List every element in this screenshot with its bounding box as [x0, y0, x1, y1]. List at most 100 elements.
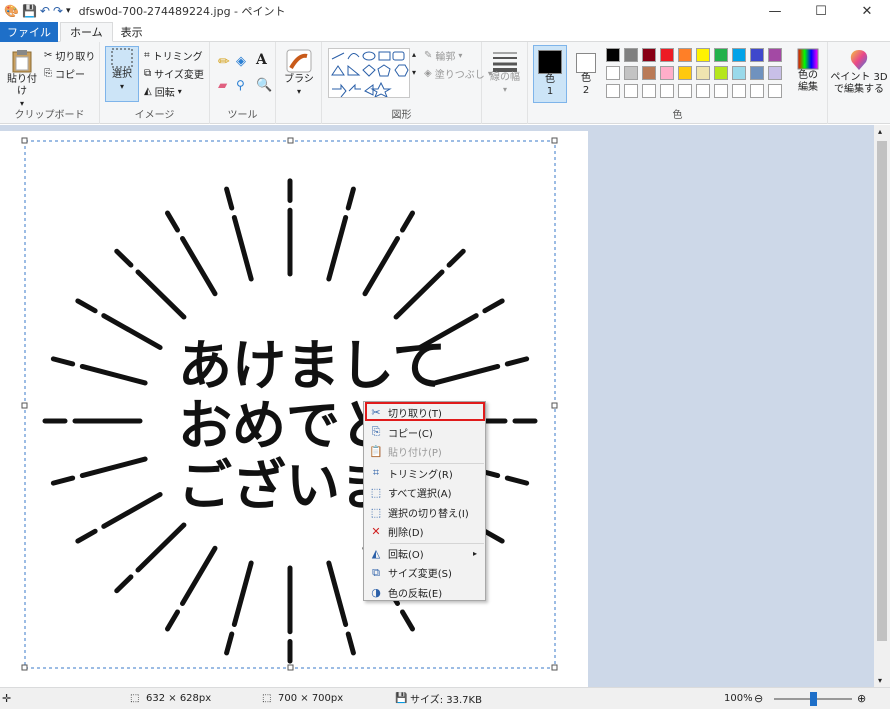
text-tool-icon[interactable]: A	[256, 52, 267, 68]
zoom-in-button[interactable]: ⊕	[857, 692, 866, 705]
drawing-canvas[interactable]: あけまして おめでと ございま	[0, 131, 588, 687]
custom-color-swatch[interactable]	[696, 84, 710, 98]
resize-icon: ⧉	[372, 565, 380, 579]
color-swatch[interactable]	[660, 66, 674, 80]
color-swatch[interactable]	[624, 66, 638, 80]
undo-icon[interactable]: ↶	[40, 3, 50, 19]
menu-item-delete[interactable]: ✕ 削除(D)	[364, 522, 485, 541]
select-button[interactable]: 選択 ▾	[105, 46, 139, 102]
custom-color-swatch[interactable]	[660, 84, 674, 98]
color-swatch[interactable]	[750, 48, 764, 62]
paint3d-button[interactable]: ペイント 3D で編集する	[830, 48, 888, 96]
color-swatch[interactable]	[678, 48, 692, 62]
shapes-gallery[interactable]	[328, 48, 410, 99]
sunburst-ray	[231, 214, 254, 282]
copy-button[interactable]: ⎘ コピー	[44, 66, 85, 81]
menu-item-copy[interactable]: ⎘ コピー(C)	[364, 423, 485, 442]
crop-label: トリミング	[152, 52, 203, 63]
color-swatch[interactable]	[624, 48, 638, 62]
brush-button[interactable]: ブラシ ▾	[282, 48, 316, 98]
fill-bucket-icon[interactable]: ◈	[236, 54, 246, 69]
edit-colors-button[interactable]: 色の 編集	[790, 48, 826, 94]
color-swatch[interactable]	[768, 48, 782, 62]
color-swatch[interactable]	[606, 66, 620, 80]
cut-button[interactable]: ✂ 切り取り	[44, 48, 95, 63]
color-swatch[interactable]	[714, 48, 728, 62]
color-swatch[interactable]	[732, 48, 746, 62]
select-all-icon: ⬚	[370, 486, 382, 499]
tab-view[interactable]: 表示	[113, 22, 151, 42]
paint3d-group: ペイント 3D で編集する	[828, 42, 890, 124]
minimize-button[interactable]: —	[752, 0, 798, 22]
close-button[interactable]: ✕	[844, 0, 890, 22]
shapes-scroll-down-icon[interactable]: ▾	[412, 68, 416, 77]
color2-button[interactable]: 色 2	[571, 45, 601, 103]
vertical-scrollbar[interactable]: ▴ ▾	[874, 125, 890, 687]
sunburst-ray	[101, 313, 163, 350]
line-width-icon	[493, 52, 517, 72]
outline-button[interactable]: ✎ 輪郭 ▾	[424, 48, 462, 63]
paste-icon	[12, 50, 32, 73]
line-width-label: 線の幅	[490, 72, 520, 83]
menu-item-rotate[interactable]: ◭ 回転(O) ▸	[364, 544, 485, 563]
scrollbar-thumb[interactable]	[877, 141, 887, 641]
custom-color-swatch[interactable]	[678, 84, 692, 98]
color-swatch[interactable]	[642, 66, 656, 80]
redo-icon[interactable]: ↷	[53, 3, 63, 19]
custom-color-swatch[interactable]	[768, 84, 782, 98]
color1-button[interactable]: 色 1	[533, 45, 567, 103]
color-swatch[interactable]	[714, 66, 728, 80]
zoom-slider[interactable]	[774, 692, 852, 706]
zoom-slider-thumb[interactable]	[810, 692, 817, 706]
custom-color-swatch[interactable]	[732, 84, 746, 98]
color-swatch[interactable]	[606, 48, 620, 62]
color-swatch[interactable]	[660, 48, 674, 62]
paste-button[interactable]: 貼り付け ▾	[4, 48, 40, 110]
line-width-button[interactable]: 線の幅 ▾	[488, 50, 522, 96]
eraser-icon[interactable]: ▰	[218, 78, 227, 92]
menu-item-resize[interactable]: ⧉ サイズ変更(S)	[364, 563, 485, 582]
menu-item-paste[interactable]: 📋 貼り付け(P)	[364, 442, 485, 461]
color-swatch[interactable]	[696, 66, 710, 80]
color-swatch[interactable]	[642, 48, 656, 62]
maximize-button[interactable]: ☐	[798, 0, 844, 22]
color-swatch[interactable]	[768, 66, 782, 80]
custom-color-swatch[interactable]	[642, 84, 656, 98]
rotate-button[interactable]: ◭ 回転 ▾	[144, 84, 182, 99]
color-swatch[interactable]	[678, 66, 692, 80]
crop-icon: ⌗	[144, 50, 150, 61]
resize-button[interactable]: ⧉ サイズ変更	[144, 66, 204, 81]
paint3d-label-1: ペイント 3D	[830, 72, 888, 83]
custom-color-swatch[interactable]	[606, 84, 620, 98]
pencil-icon[interactable]: ✏	[218, 54, 230, 70]
crop-button[interactable]: ⌗ トリミング	[144, 48, 203, 63]
tab-file[interactable]: ファイル	[0, 22, 58, 42]
menu-item-invert-selection[interactable]: ⬚ 選択の切り替え(I)	[364, 503, 485, 522]
menu-item-invert-color[interactable]: ◑ 色の反転(E)	[364, 583, 485, 602]
menu-item-label: 色の反転(E)	[388, 588, 443, 600]
scroll-down-icon[interactable]: ▾	[878, 676, 882, 685]
scroll-up-icon[interactable]: ▴	[878, 127, 882, 136]
menu-item-crop[interactable]: ⌗ トリミング(R)	[364, 464, 485, 483]
status-bar: ✛ ⬚ 632 × 628px ⬚ 700 × 700px 💾 サイズ: 33.…	[0, 687, 890, 709]
shapes-scroll-up-icon[interactable]: ▴	[412, 50, 416, 59]
tab-home[interactable]: ホーム	[60, 22, 113, 42]
save-icon[interactable]: 💾	[22, 3, 37, 19]
custom-color-swatch[interactable]	[750, 84, 764, 98]
sunburst-ray	[75, 528, 98, 544]
color-swatch[interactable]	[750, 66, 764, 80]
brush-group: ブラシ ▾	[276, 42, 322, 124]
magnifier-icon[interactable]: 🔍	[256, 78, 272, 93]
ribbon-tabs: ファイル ホーム 表示	[0, 22, 890, 42]
menu-item-label: サイズ変更(S)	[388, 569, 452, 580]
color-swatch[interactable]	[732, 66, 746, 80]
menu-item-label: コピー(C)	[388, 428, 433, 440]
image-group-label: イメージ	[134, 110, 175, 121]
color-picker-icon[interactable]: ⚲	[236, 78, 245, 92]
menu-item-select-all[interactable]: ⬚ すべて選択(A)	[364, 483, 485, 502]
color-swatch[interactable]	[696, 48, 710, 62]
zoom-out-button[interactable]: ⊖	[754, 692, 763, 705]
custom-color-swatch[interactable]	[714, 84, 728, 98]
customize-qa-icon[interactable]: ▾	[66, 3, 71, 19]
custom-color-swatch[interactable]	[624, 84, 638, 98]
